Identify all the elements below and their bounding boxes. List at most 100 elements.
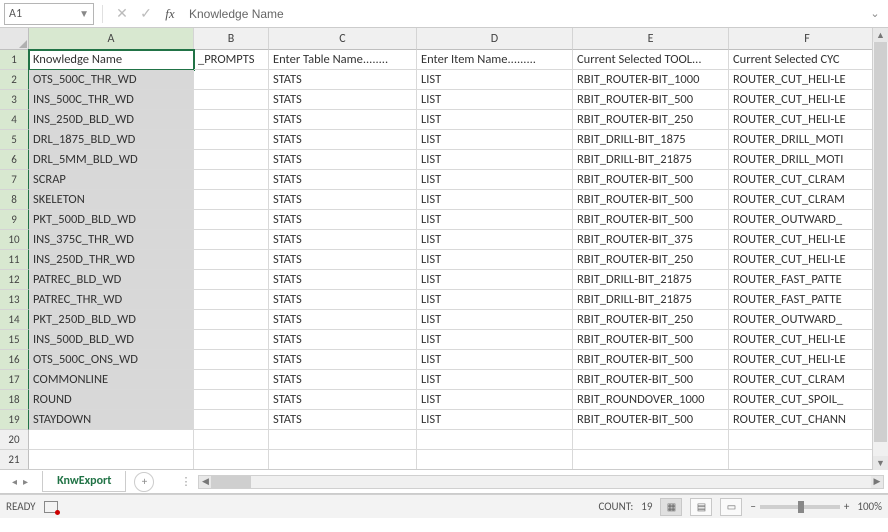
cell[interactable] [194, 250, 269, 270]
cell[interactable] [194, 230, 269, 250]
cell[interactable]: COMMONLINE [29, 370, 194, 390]
chevron-down-icon[interactable]: ▼ [79, 7, 89, 20]
cell[interactable]: STATS [269, 230, 417, 250]
zoom-slider[interactable]: − + [750, 500, 849, 513]
cell[interactable]: STATS [269, 170, 417, 190]
accept-icon[interactable]: ✓ [135, 3, 157, 25]
cell[interactable] [194, 390, 269, 410]
column-header[interactable]: C [269, 28, 417, 50]
cell[interactable]: LIST [417, 150, 573, 170]
cell[interactable]: LIST [417, 330, 573, 350]
cell[interactable]: STATS [269, 270, 417, 290]
scroll-down-icon[interactable]: ▼ [873, 456, 888, 470]
cell[interactable] [194, 410, 269, 430]
row-header[interactable]: 16 [0, 350, 29, 370]
row-header[interactable]: 1 [0, 50, 29, 70]
cell[interactable]: LIST [417, 250, 573, 270]
cell[interactable]: STATS [269, 70, 417, 90]
row-header[interactable]: 8 [0, 190, 29, 210]
cell[interactable]: RBIT_ROUTER-BIT_500 [573, 90, 729, 110]
cell[interactable]: DRL_5MM_BLD_WD [29, 150, 194, 170]
cell[interactable] [194, 430, 269, 450]
cell[interactable]: RBIT_ROUTER-BIT_500 [573, 410, 729, 430]
cell[interactable]: STATS [269, 110, 417, 130]
row-header[interactable]: 20 [0, 430, 29, 450]
cell[interactable] [194, 170, 269, 190]
row-header[interactable]: 11 [0, 250, 29, 270]
cell[interactable]: INS_250D_BLD_WD [29, 110, 194, 130]
cell[interactable]: LIST [417, 210, 573, 230]
cell[interactable] [194, 130, 269, 150]
cell[interactable]: DRL_1875_BLD_WD [29, 130, 194, 150]
cell[interactable]: ROUTER_CUT_SPOIL_ [729, 390, 886, 410]
cell[interactable]: LIST [417, 310, 573, 330]
cell[interactable]: ROUTER_CUT_HELI-LE [729, 350, 886, 370]
cell[interactable]: RBIT_DRILL-BIT_21875 [573, 270, 729, 290]
cell[interactable] [194, 150, 269, 170]
cell[interactable] [194, 70, 269, 90]
cell[interactable]: Knowledge Name [29, 50, 194, 70]
cell[interactable]: Current Selected TOOL... [573, 50, 729, 70]
zoom-out-icon[interactable]: − [750, 500, 755, 513]
row-header[interactable]: 3 [0, 90, 29, 110]
cell[interactable]: RBIT_ROUTER-BIT_500 [573, 330, 729, 350]
cell[interactable] [194, 110, 269, 130]
cell[interactable]: LIST [417, 130, 573, 150]
cell[interactable]: LIST [417, 350, 573, 370]
cell[interactable] [269, 450, 417, 470]
cell[interactable] [417, 430, 573, 450]
cell[interactable]: STATS [269, 350, 417, 370]
horizontal-scrollbar[interactable]: ◀ ▶ [198, 475, 884, 489]
cell-grid[interactable]: Knowledge Name_PROMPTSEnter Table Name..… [29, 50, 888, 469]
cell[interactable]: ROUTER_FAST_PATTE [729, 290, 886, 310]
cell[interactable] [194, 350, 269, 370]
cell[interactable]: STATS [269, 370, 417, 390]
cell[interactable]: PATREC_BLD_WD [29, 270, 194, 290]
cell[interactable]: STATS [269, 290, 417, 310]
cell[interactable]: ROUND [29, 390, 194, 410]
cell[interactable]: RBIT_DRILL-BIT_21875 [573, 150, 729, 170]
cell[interactable]: INS_500D_BLD_WD [29, 330, 194, 350]
cell[interactable]: INS_250D_THR_WD [29, 250, 194, 270]
cell[interactable]: RBIT_ROUTER-BIT_1000 [573, 70, 729, 90]
normal-view-button[interactable]: ▦ [660, 498, 682, 516]
cell[interactable]: LIST [417, 290, 573, 310]
row-header[interactable]: 6 [0, 150, 29, 170]
cell[interactable] [29, 430, 194, 450]
cell[interactable]: PKT_250D_BLD_WD [29, 310, 194, 330]
add-sheet-button[interactable]: + [134, 472, 154, 492]
cell[interactable]: LIST [417, 230, 573, 250]
cell[interactable]: LIST [417, 270, 573, 290]
cell[interactable]: STATS [269, 190, 417, 210]
cell[interactable]: ROUTER_DRILL_MOTI [729, 150, 886, 170]
cell[interactable]: Enter Table Name........ [269, 50, 417, 70]
cell[interactable]: RBIT_ROUTER-BIT_500 [573, 350, 729, 370]
cell[interactable]: ROUTER_DRILL_MOTI [729, 130, 886, 150]
cell[interactable] [194, 330, 269, 350]
cell[interactable] [573, 430, 729, 450]
cell[interactable]: _PROMPTS [194, 50, 269, 70]
row-header[interactable]: 10 [0, 230, 29, 250]
cell[interactable]: ROUTER_CUT_CLRAM [729, 170, 886, 190]
split-handle[interactable]: ⋮ [180, 475, 192, 488]
cell[interactable]: LIST [417, 370, 573, 390]
row-header[interactable]: 12 [0, 270, 29, 290]
column-header[interactable]: E [573, 28, 729, 50]
row-header[interactable]: 9 [0, 210, 29, 230]
cell[interactable]: STATS [269, 330, 417, 350]
row-header[interactable]: 7 [0, 170, 29, 190]
fx-icon[interactable]: fx [159, 3, 181, 25]
cell[interactable] [194, 450, 269, 470]
cell[interactable] [573, 450, 729, 470]
cell[interactable]: STAYDOWN [29, 410, 194, 430]
cell[interactable]: STATS [269, 410, 417, 430]
page-break-button[interactable]: ▭ [720, 498, 742, 516]
cell[interactable] [194, 270, 269, 290]
name-box[interactable]: A1 ▼ [4, 3, 94, 25]
cell[interactable]: ROUTER_OUTWARD_ [729, 310, 886, 330]
cell[interactable]: ROUTER_CUT_HELI-LE [729, 330, 886, 350]
cell[interactable] [194, 190, 269, 210]
cell[interactable]: ROUTER_CUT_HELI-LE [729, 250, 886, 270]
cell[interactable]: INS_375C_THR_WD [29, 230, 194, 250]
cell[interactable]: Current Selected CYC [729, 50, 886, 70]
